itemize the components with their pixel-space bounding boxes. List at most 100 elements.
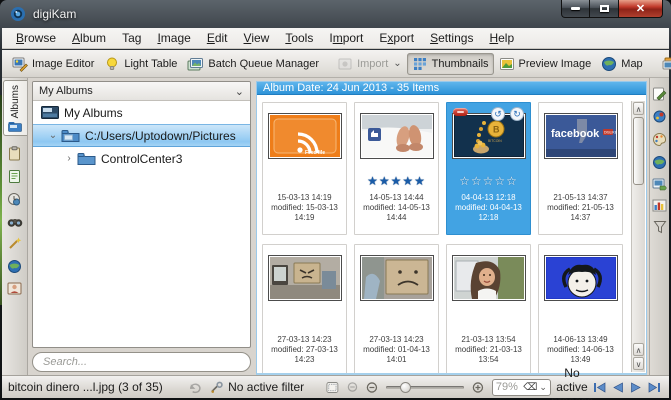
import-label: Import (357, 57, 389, 70)
first-item-icon[interactable] (593, 381, 606, 393)
zoom-percent-combo[interactable]: 79% ⌫ ⌄ (491, 378, 551, 396)
clear-zoom-icon[interactable]: ⌫ (523, 382, 537, 393)
filters-funnel-icon[interactable] (653, 220, 667, 234)
metadata-icon[interactable] (652, 109, 667, 124)
rss-feed-image: Feed Me (267, 113, 342, 159)
captions-tags-icon[interactable] (652, 178, 667, 191)
menu-edit[interactable]: Edit (199, 29, 236, 47)
tab-albums[interactable]: Albums (2, 80, 27, 137)
geolocation-globe-icon[interactable] (652, 155, 667, 170)
tree-row-my-albums[interactable]: My Albums (33, 101, 250, 124)
thumbnail-item[interactable]: facebook DISLIKE 21-05-13 14:37 modified:… (538, 102, 623, 235)
album-date-text: Album Date: 24 Jun 2013 - 35 Items (263, 82, 440, 94)
maximize-icon (599, 5, 609, 12)
next-item-icon[interactable] (630, 381, 642, 393)
boxhead-computer-image (267, 255, 342, 301)
menu-tag[interactable]: Tag (114, 29, 149, 47)
thumbnail-size-icon[interactable] (326, 381, 339, 394)
rotate-right-icon[interactable]: ↻ (510, 107, 524, 121)
albums-root-icon (41, 106, 59, 119)
tags-clipboard-icon[interactable] (7, 146, 22, 161)
last-item-icon[interactable] (648, 381, 661, 393)
batch-queue-manager-button[interactable]: Batch Queue Manager (182, 53, 324, 75)
tree-label: My Albums (64, 105, 123, 120)
minimize-button[interactable] (561, 0, 590, 18)
menu-image[interactable]: Image (149, 29, 198, 47)
title-bar[interactable]: digiKam ✕ (0, 0, 671, 28)
thumbnail-item[interactable]: 21-03-13 13:54 modified: 21-03-13 13:54 (446, 244, 531, 373)
labels-note-icon[interactable] (7, 169, 22, 184)
album-sidebar: My Albums ⌄ My Albums ⌄ C:/Users/Uptodow… (28, 78, 254, 375)
thumbnail-item[interactable]: Feed Me 15-03-13 14:19 modified: 15-03-13… (262, 102, 347, 235)
meme-despair-image (543, 255, 618, 301)
previous-item-icon[interactable] (612, 381, 624, 393)
thumbnail-caption: 04-04-13 12:18 modified: 04-04-13 12:18 (455, 193, 522, 222)
versions-histogram-icon[interactable] (652, 199, 667, 212)
status-bar: bitcoin dinero ...l.jpg (3 of 35) No act… (2, 366, 669, 400)
menu-view[interactable]: View (236, 29, 278, 47)
batch-queue-icon (187, 57, 204, 70)
search-binoculars-icon[interactable] (7, 215, 23, 228)
zoom-out-icon[interactable] (366, 381, 378, 394)
thumbnail-caption: 14-06-13 13:49 modified: 14-06-13 13:49 (547, 335, 614, 364)
expander-open-icon[interactable]: ⌄ (47, 130, 59, 141)
thumbnail-caption: 21-05-13 14:37 modified: 21-05-13 14:37 (547, 193, 614, 222)
thumbnails-button[interactable]: Thumbnails (406, 52, 494, 75)
menu-album[interactable]: Album (64, 29, 114, 47)
zoom-slider-track[interactable] (385, 386, 465, 389)
thumbnail-item[interactable]: 27-03-13 14:23 modified: 01-04-13 14:01 (354, 244, 439, 373)
rotate-left-icon[interactable]: ↺ (491, 107, 505, 121)
dates-clock-icon[interactable] (7, 192, 22, 207)
fuzzy-search-wand-icon[interactable] (7, 236, 22, 251)
close-icon: ✕ (635, 3, 646, 15)
image-editor-button[interactable]: Image Editor (7, 53, 99, 75)
thumbnail-item[interactable]: 27-03-13 14:23 modified: 27-03-13 14:23 (262, 244, 347, 373)
menu-browse[interactable]: Browse (8, 29, 64, 47)
expander-closed-icon[interactable]: › (63, 153, 75, 164)
pick-label-rejected-icon[interactable] (453, 108, 468, 116)
rating-stars[interactable]: ☆☆☆☆☆ (459, 174, 518, 189)
preview-image-icon (499, 57, 514, 70)
properties-pencil-icon[interactable] (652, 86, 667, 101)
scroll-up-icon[interactable]: ∧ (633, 102, 644, 115)
zoom-in-icon[interactable] (472, 381, 484, 394)
history-back-icon (189, 382, 201, 393)
tree-row-pictures[interactable]: ⌄ C:/Users/Uptodown/Pictures (33, 124, 250, 147)
rating-stars[interactable]: ★★★★★ (367, 174, 426, 189)
svg-text:facebook: facebook (551, 128, 600, 140)
zoom-value: 79% (495, 381, 518, 393)
zoom-slider-handle[interactable] (399, 382, 411, 393)
zoom-slider[interactable] (385, 382, 465, 393)
menu-help[interactable]: Help (481, 29, 522, 47)
light-table-button[interactable]: Light Table (99, 53, 182, 75)
slideshow-button[interactable]: Slideshow ⌄ (656, 53, 671, 75)
map-button[interactable]: Map (596, 53, 647, 75)
collapse-chevron-icon[interactable]: ⌄ (235, 85, 244, 98)
import-icon (338, 58, 352, 69)
zoom-dropdown-icon[interactable]: ⌄ (539, 382, 547, 393)
thumbnail-item-selected[interactable]: ↺ ↻ B BITCOIN ☆☆☆☆☆ 04-04-13 12:18 modif… (446, 102, 531, 235)
scroll-down-icon[interactable]: ∨ (633, 357, 644, 370)
close-button[interactable]: ✕ (618, 0, 663, 18)
people-icon[interactable] (7, 282, 22, 295)
import-dropdown-icon: ⌄ (393, 58, 402, 69)
svg-text:B: B (493, 125, 500, 135)
album-panel-header[interactable]: My Albums ⌄ (33, 82, 250, 101)
maximize-button[interactable] (590, 0, 618, 18)
filter-wrench-icon[interactable] (210, 381, 224, 394)
colors-palette-icon[interactable] (652, 132, 667, 147)
menu-settings[interactable]: Settings (422, 29, 481, 47)
map-globe-icon (602, 56, 617, 71)
menu-tools[interactable]: Tools (277, 29, 321, 47)
menu-import[interactable]: Import (321, 29, 371, 47)
scroll-up-icon[interactable]: ∧ (633, 343, 644, 356)
search-input[interactable] (32, 352, 251, 372)
scrollbar-thumb[interactable] (633, 117, 644, 185)
map-search-globe-icon[interactable] (7, 259, 22, 274)
preview-image-button[interactable]: Preview Image (494, 53, 597, 75)
menu-export[interactable]: Export (371, 29, 422, 47)
thumbnail-item[interactable]: 14-06-13 13:49 modified: 14-06-13 13:49 (538, 244, 623, 373)
tree-row-controlcenter3[interactable]: › ControlCenter3 (33, 147, 250, 170)
vertical-scrollbar[interactable]: ∧ ∧ ∨ (631, 101, 645, 372)
thumbnail-item[interactable]: ★★★★★ 14-05-13 14:44 modified: 14-05-13 1… (354, 102, 439, 235)
